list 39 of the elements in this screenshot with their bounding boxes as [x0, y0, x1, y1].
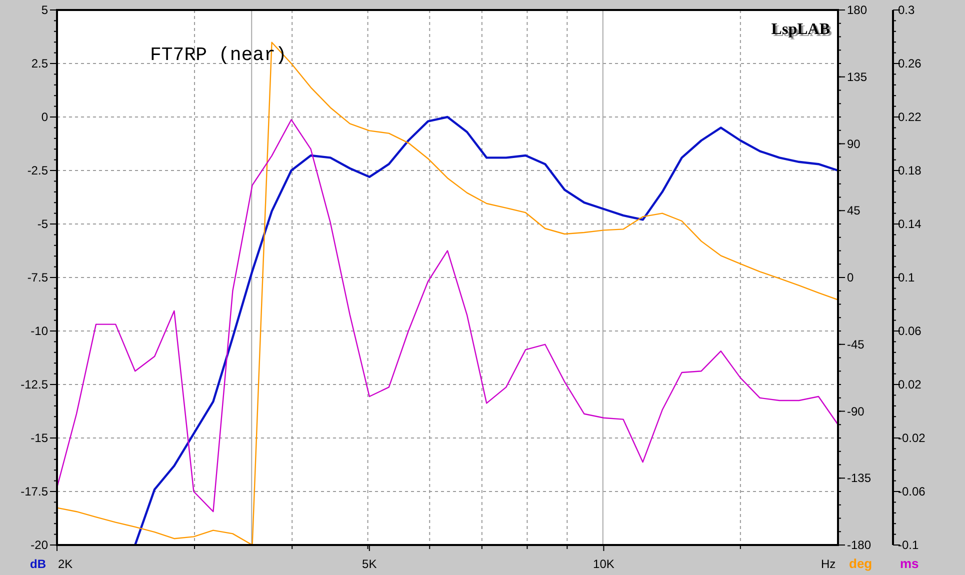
- axis-unit-label: dB: [30, 557, 46, 571]
- axis-tick-label: -0.02: [898, 431, 926, 445]
- axis-tick-label: 0.18: [898, 164, 922, 178]
- axis-tick-label: 0.14: [898, 217, 922, 231]
- axis-tick-label: 10K: [593, 557, 614, 571]
- axis-tick-label: -90: [847, 404, 864, 418]
- axis-tick-label: 0.02: [898, 378, 922, 392]
- axis-tick-label: 2K: [58, 557, 73, 571]
- axis-tick-label: 2.5: [31, 56, 48, 70]
- axis-tick-label: -7.5: [27, 270, 48, 284]
- axis-tick-label: -45: [847, 337, 864, 352]
- axis-unit-label: deg: [849, 556, 872, 571]
- axis-tick-label: 0.06: [898, 324, 922, 338]
- brand-logo: LspLAB: [771, 21, 830, 38]
- axis-tick-label: -5: [37, 217, 48, 231]
- axis-tick-label: -10: [30, 324, 48, 338]
- axis-tick-label: 0.22: [898, 110, 922, 124]
- axis-tick-label: -17.5: [20, 484, 48, 498]
- axis-tick-label: 0.3: [898, 3, 915, 17]
- axis-tick-label: 0.26: [898, 56, 922, 70]
- axis-tick-label: -0.06: [898, 484, 926, 498]
- axis-tick-label: 0: [41, 110, 48, 124]
- axis-tick-label: -20: [30, 538, 48, 552]
- axis-tick-label: -15: [30, 431, 48, 445]
- axis-tick-label: -135: [847, 471, 872, 486]
- axis-tick-label: 5: [41, 3, 48, 17]
- axis-tick-label: 0: [847, 270, 854, 284]
- axis-tick-label: -180: [847, 538, 872, 552]
- axis-unit-label: ms: [900, 556, 919, 571]
- axis-tick-label: -0.1: [898, 538, 919, 552]
- axis-tick-label: 180: [847, 3, 868, 17]
- axis-tick-label: 0.1: [898, 270, 915, 284]
- axis-tick-label: 135: [847, 70, 868, 84]
- axis-tick-label: 45: [847, 204, 860, 218]
- axis-tick-label: 5K: [362, 557, 377, 571]
- axis-tick-label: -12.5: [20, 378, 48, 392]
- axis-tick-label: 90: [847, 136, 860, 151]
- axis-tick-label: -2.5: [27, 164, 48, 178]
- axis-unit-label: Hz: [821, 557, 836, 571]
